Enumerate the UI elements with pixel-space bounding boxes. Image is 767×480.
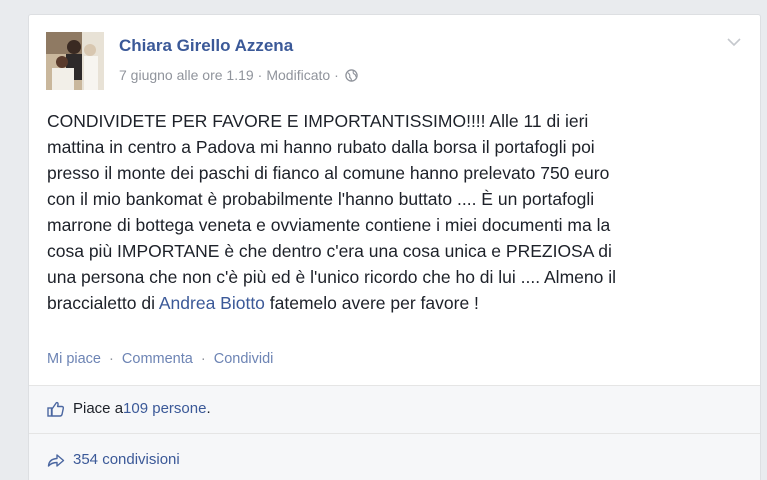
avatar-photo: [46, 32, 104, 90]
avatar[interactable]: [46, 32, 104, 90]
action-separator: ·: [109, 351, 114, 367]
post-text-end: fatemelo avere per favore !: [264, 293, 479, 313]
post-text-main: CONDIVIDETE PER FAVORE E IMPORTANTISSIMO…: [47, 111, 616, 313]
comment-link[interactable]: Commenta: [122, 351, 193, 367]
feedback-panel: Piace a 109 persone . 354 condivisioni: [29, 385, 760, 480]
tagged-person-link[interactable]: Andrea Biotto: [159, 293, 265, 313]
like-link[interactable]: Mi piace: [47, 351, 101, 367]
shares-row: 354 condivisioni: [47, 451, 180, 468]
globe-icon[interactable]: [345, 68, 358, 82]
action-separator: ·: [200, 351, 206, 367]
meta-separator: ·: [334, 67, 339, 83]
likes-row: Piace a 109 persone .: [47, 400, 211, 417]
edited-label[interactable]: Modificato: [266, 67, 330, 83]
likes-count-link[interactable]: 109 persone: [123, 400, 206, 417]
post-actions: Mi piace · Commenta · Condividi: [47, 351, 273, 367]
meta-separator: ·: [257, 67, 263, 83]
post-meta: 7 giugno alle ore 1.19 · Modificato ·: [119, 67, 358, 83]
likes-prefix: Piace a: [73, 400, 124, 417]
share-link[interactable]: Condividi: [214, 351, 274, 367]
author-name[interactable]: Chiara Girello Azzena: [119, 36, 293, 56]
share-arrow-icon: [47, 453, 65, 467]
shares-count-link[interactable]: 354 condivisioni: [73, 451, 180, 468]
chevron-down-icon[interactable]: [726, 37, 742, 47]
likes-suffix: .: [206, 400, 211, 417]
divider: [29, 433, 760, 434]
page: Chiara Girello Azzena 7 giugno alle ore …: [0, 0, 767, 480]
post-timestamp[interactable]: 7 giugno alle ore 1.19: [119, 67, 254, 83]
post-card: Chiara Girello Azzena 7 giugno alle ore …: [28, 14, 761, 480]
post-text: CONDIVIDETE PER FAVORE E IMPORTANTISSIMO…: [47, 108, 747, 316]
thumbs-up-icon: [47, 401, 65, 417]
